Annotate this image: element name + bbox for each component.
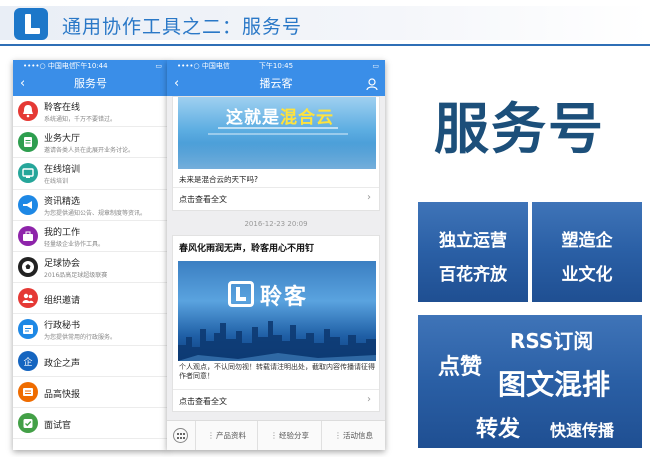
service-description: 邀请各类人员在此展开业务讨论。 bbox=[44, 147, 135, 155]
service-list-item[interactable]: 足球协会 2016品高足球超级联赛 bbox=[13, 252, 168, 284]
battery-icon: ▭ bbox=[155, 62, 162, 70]
group-icon bbox=[18, 288, 38, 309]
nav-bar: ‹ 播云客 bbox=[167, 72, 385, 96]
brand-logo-icon bbox=[228, 281, 254, 307]
slide-header: 通用协作工具之二：服务号 bbox=[0, 0, 650, 52]
football-icon bbox=[18, 256, 38, 277]
service-name: 组织邀请 bbox=[44, 296, 81, 307]
feature-word-forward: 转发 bbox=[476, 417, 521, 442]
briefcase-icon bbox=[18, 225, 38, 246]
service-description: 2016品高足球超级联赛 bbox=[44, 271, 108, 279]
status-bar: ••••○ 中国电信 下午10:44 ▭ bbox=[13, 60, 168, 72]
service-list-item[interactable]: 品高快报 bbox=[13, 377, 168, 408]
article-card[interactable]: 这就是混合云 未来是混合云的天下吗? 点击查看全文 › bbox=[172, 96, 380, 211]
service-list-item[interactable]: 行政秘书为您提供常用的行政服务。 bbox=[13, 314, 168, 346]
service-description: 系统通知，千万不要错过。 bbox=[44, 116, 117, 123]
brand-logo-icon bbox=[14, 8, 48, 40]
banner-brand-name: 聆客 bbox=[260, 285, 309, 310]
chevron-right-icon: › bbox=[367, 192, 371, 203]
banner-text: 这就是混合云 bbox=[226, 108, 334, 128]
article-card[interactable]: 春风化雨润无声，聆客用心不用钉 聆客 个人观点，不认同勿视！转载请注明出处，截取… bbox=[172, 235, 380, 412]
voice-icon: 企 bbox=[18, 350, 38, 371]
service-description: 在线培训 bbox=[44, 178, 69, 186]
service-menu-bar: ⋮产品资料 ⋮经验分享 ⋮活动信息 bbox=[167, 420, 385, 450]
article-body: 个人观点，不认同勿视！转载请注明出处，截取内容传播请征得作者同意！ bbox=[179, 363, 375, 380]
service-name: 面试官 bbox=[44, 420, 72, 431]
view-full-text-link[interactable]: 点击查看全文 › bbox=[173, 187, 379, 211]
feature-box-independent: 独立运营 百花齐放 bbox=[418, 202, 528, 302]
feature-word-like: 点赞 bbox=[438, 355, 483, 380]
status-time: 下午10:44 bbox=[73, 62, 108, 70]
feature-text: 百花齐放 bbox=[439, 265, 507, 285]
feature-text: 独立运营 bbox=[439, 231, 507, 251]
training-icon bbox=[18, 163, 38, 184]
service-name: 业务大厅 bbox=[44, 134, 81, 145]
service-list: 聆客在线 系统通知，千万不要错过。 业务大厅 邀请各类人员在此展开业务讨论。 在线培训在… bbox=[13, 96, 168, 440]
article-banner-image: 这就是混合云 bbox=[178, 97, 376, 169]
article-caption: 未来是混合云的天下吗? bbox=[179, 175, 258, 184]
feature-box-culture: 塑造企 业文化 bbox=[532, 202, 642, 302]
menu-tab-product-info[interactable]: ⋮产品资料 bbox=[195, 421, 257, 450]
status-time: 下午10:45 bbox=[258, 62, 294, 70]
megaphone-icon bbox=[18, 194, 38, 215]
service-description: 轻量级企业协作工具。 bbox=[44, 240, 105, 248]
feature-text: 塑造企 bbox=[561, 231, 613, 251]
header-divider bbox=[0, 44, 650, 46]
article-banner-image: 聆客 bbox=[178, 261, 376, 361]
service-name: 品高快报 bbox=[44, 389, 81, 400]
feature-box-interaction: RSS订阅 点赞 图文混排 转发 快速传播 bbox=[418, 315, 642, 448]
service-description: 为您提供通知公告、规章制度等资讯。 bbox=[44, 209, 147, 217]
service-list-item[interactable]: 面试官 bbox=[13, 408, 168, 440]
menu-tab-events[interactable]: ⋮活动信息 bbox=[321, 421, 385, 450]
bell-icon bbox=[18, 101, 38, 121]
interview-icon bbox=[18, 412, 38, 433]
feature-word-mixed: 图文混排 bbox=[498, 368, 611, 401]
slide-title: 通用协作工具之二：服务号 bbox=[62, 16, 303, 38]
service-list-item[interactable]: 组织邀请 bbox=[13, 283, 168, 315]
message-timestamp: 2016-12-23 20:09 bbox=[244, 220, 308, 228]
view-full-text-link[interactable]: 点击查看全文 › bbox=[173, 389, 379, 412]
service-name: 政企之声 bbox=[44, 358, 81, 369]
battery-icon: ▭ bbox=[372, 62, 379, 70]
service-name: 聆客在线 bbox=[44, 103, 81, 113]
service-list-item[interactable]: 业务大厅邀请各类人员在此展开业务讨论。 bbox=[13, 127, 168, 159]
city-skyline-image bbox=[178, 321, 376, 361]
service-name: 行政秘书 bbox=[44, 321, 81, 332]
phone-service-list: ••••○ 中国电信 下午10:44 ▭ ‹ 服务号 聆客在线系统通知，千万不要… bbox=[13, 60, 168, 450]
keyboard-icon[interactable] bbox=[173, 428, 188, 443]
feature-word-spread: 快速传播 bbox=[550, 421, 615, 440]
service-list-item[interactable]: 企 政企之声 bbox=[13, 346, 168, 377]
service-name: 我的工作 bbox=[44, 227, 81, 238]
secretary-icon bbox=[18, 319, 38, 340]
service-description: 为您提供常用的行政服务。 bbox=[44, 334, 117, 342]
nav-bar: ‹ 服务号 bbox=[13, 72, 168, 96]
service-name: 在线培训 bbox=[44, 165, 81, 176]
svg-text:企: 企 bbox=[23, 356, 32, 368]
menu-tab-experience[interactable]: ⋮经验分享 bbox=[257, 421, 321, 450]
main-heading: 服务号 bbox=[434, 97, 606, 161]
service-list-item[interactable]: 在线培训 在线培训 bbox=[13, 158, 168, 190]
user-profile-icon[interactable] bbox=[365, 77, 379, 91]
article-headline: 春风化雨润无声，聆客用心不用钉 bbox=[179, 244, 315, 254]
service-list-item[interactable]: 资讯精选为您提供通知公告、规章制度等资讯。 bbox=[13, 190, 168, 221]
phone-article-feed: ••••○ 中国电信 下午10:45 ▭ ‹ 播云客 这就是混合云 未来是混合云… bbox=[167, 60, 385, 450]
service-name: 足球协会 bbox=[44, 258, 81, 269]
service-list-item[interactable]: 我的工作轻量级企业协作工具。 bbox=[13, 221, 168, 252]
news-icon bbox=[18, 381, 38, 402]
feature-word-rss: RSS订阅 bbox=[510, 329, 594, 353]
service-list-item[interactable]: 聆客在线系统通知，千万不要错过。 bbox=[13, 96, 168, 128]
document-icon bbox=[18, 132, 38, 153]
status-bar: ••••○ 中国电信 下午10:45 ▭ bbox=[167, 60, 385, 72]
service-name: 资讯精选 bbox=[44, 196, 81, 207]
nav-title: 服务号 bbox=[74, 77, 107, 90]
nav-title: 播云客 bbox=[259, 77, 293, 90]
feature-text: 业文化 bbox=[561, 265, 613, 285]
chevron-right-icon: › bbox=[367, 394, 371, 405]
